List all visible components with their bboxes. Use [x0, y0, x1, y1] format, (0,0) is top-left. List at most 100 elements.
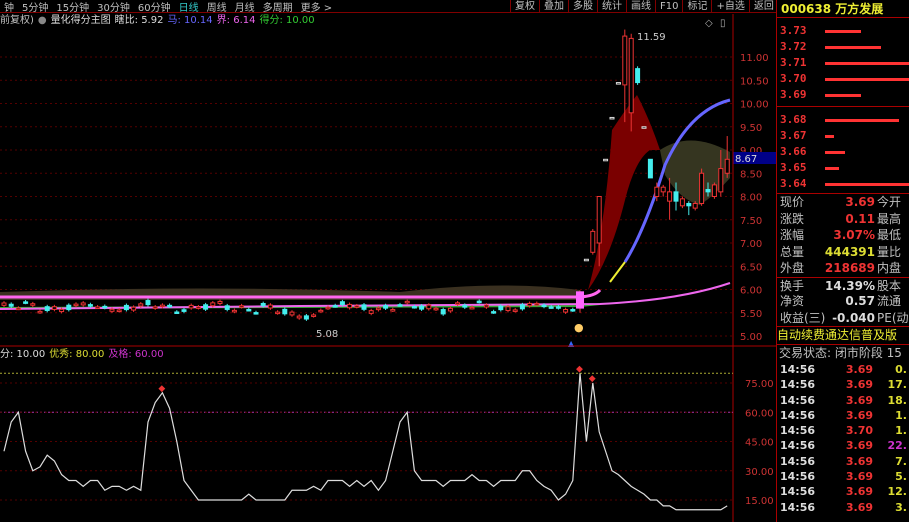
stat-row: 涨幅 3.07% 最低	[777, 227, 909, 244]
candle	[318, 309, 324, 313]
score-indicator-info: 分: 10.00 优秀: 80.00 及格: 60.00	[0, 348, 164, 362]
price-tick: 7.00	[740, 239, 762, 250]
panel-toggle-icon[interactable]: ▯	[720, 18, 726, 29]
signal-arrow-icon: ▲	[568, 339, 575, 348]
candle	[426, 304, 432, 310]
money-bag-icon: ●	[574, 321, 584, 334]
candle	[447, 307, 453, 312]
candle	[1, 302, 7, 306]
stat-row: 总量 444391 量比	[777, 244, 909, 261]
candle	[311, 314, 317, 317]
tick-row: 14:56 3.69 0.	[777, 362, 909, 377]
tick-volume: 1.	[895, 424, 907, 438]
candle	[368, 310, 374, 314]
excellent-level: 优秀: 80.00	[49, 349, 105, 360]
tick-row: 14:56 3.69 22.	[777, 438, 909, 453]
candle	[692, 202, 698, 209]
tick-time: 14:56	[780, 408, 816, 422]
candle	[66, 304, 72, 311]
tick-time: 14:56	[780, 424, 816, 438]
candle	[332, 305, 338, 308]
stat-value: 3.07%	[833, 228, 875, 242]
candle	[260, 302, 266, 307]
stat-value: 444391	[824, 244, 875, 259]
order-volume-bar	[825, 151, 845, 154]
candle	[512, 309, 518, 312]
price-tick: 11.00	[740, 53, 769, 64]
candle	[667, 191, 673, 202]
stat-label-2: 量比	[877, 244, 902, 259]
candle	[275, 311, 281, 315]
stock-title: 000638 万方发展	[777, 0, 909, 18]
tick-volume: 5.	[895, 470, 907, 484]
candle	[282, 308, 288, 315]
candle	[397, 304, 403, 307]
order-price: 3.69	[780, 88, 807, 101]
diamond-icon[interactable]: ◇	[705, 18, 713, 29]
candle	[224, 305, 230, 310]
order-volume-bar	[825, 135, 835, 138]
tick-list: 14:56 3.69 0. 14:56 3.69 17. 14:56 3.69 18. 14:56…	[777, 362, 909, 515]
candle	[188, 304, 194, 309]
tick-time: 14:56	[780, 454, 816, 468]
score-tick: 75.00	[745, 379, 774, 390]
candle	[116, 309, 122, 313]
tick-volume: 18.	[887, 393, 908, 407]
tick-price: 3.69	[845, 454, 873, 468]
pass-level: 及格: 60.00	[108, 349, 164, 360]
candle	[576, 291, 584, 309]
stat-value: 218689	[824, 261, 875, 275]
order-book-divider	[777, 106, 909, 107]
peak-marker-icon: ◆	[576, 364, 583, 374]
stat-value: 3.69	[845, 195, 875, 209]
tick-time: 14:56	[780, 439, 816, 453]
ad-banner[interactable]: 自动续费通达信普及版	[777, 326, 909, 344]
candle	[109, 308, 115, 312]
candle	[87, 304, 93, 307]
candle	[705, 189, 711, 193]
stat-label-2: 内盘	[877, 261, 902, 275]
tick-price: 3.69	[845, 393, 873, 407]
stat-label-2: 最低	[877, 228, 902, 242]
tick-time: 14:56	[780, 500, 816, 514]
stat-label-2: 最高	[877, 211, 902, 226]
high-price-label: 11.59	[637, 32, 666, 43]
tick-price: 3.69	[845, 485, 873, 499]
candle	[641, 126, 647, 129]
stat-label: 收益(三)	[780, 310, 826, 325]
tick-volume: 7.	[895, 454, 907, 468]
tick-time: 14:56	[780, 393, 816, 407]
stat-label-2: 流通	[877, 294, 902, 308]
price-tick: 5.50	[740, 309, 762, 320]
candle	[51, 306, 57, 310]
candle	[505, 306, 511, 312]
candle	[246, 308, 252, 312]
candle	[635, 68, 641, 84]
candle	[210, 302, 216, 307]
candle	[383, 305, 389, 309]
candle	[80, 302, 86, 306]
tick-row: 14:56 3.69 7.	[777, 454, 909, 469]
candle	[138, 303, 144, 307]
tick-row: 14:56 3.69 1.	[777, 408, 909, 423]
price-tick: 6.50	[740, 262, 762, 273]
current-price: 8.67	[735, 154, 757, 165]
candle	[23, 301, 29, 304]
candle	[195, 306, 201, 309]
stat-label: 外盘	[780, 261, 805, 275]
candle	[44, 306, 50, 312]
candle	[563, 309, 569, 313]
price-tick: 6.00	[740, 286, 762, 297]
order-volume-bar	[825, 30, 861, 33]
peak-marker-icon: ◆	[589, 374, 596, 384]
kline-chart[interactable]: 11.59 5.08 ● ▲ 11.0010.5010.009.509.008.…	[0, 0, 776, 522]
stat-label-2: PE(动	[877, 310, 909, 325]
candle	[181, 309, 187, 312]
score-tick: 45.00	[745, 438, 774, 449]
stat-value: 0.11	[845, 211, 875, 226]
candle	[455, 302, 461, 305]
candle	[647, 158, 653, 179]
candle	[555, 306, 561, 309]
candle	[159, 304, 165, 308]
stat-row: 换手 14.39% 股本	[777, 276, 909, 294]
